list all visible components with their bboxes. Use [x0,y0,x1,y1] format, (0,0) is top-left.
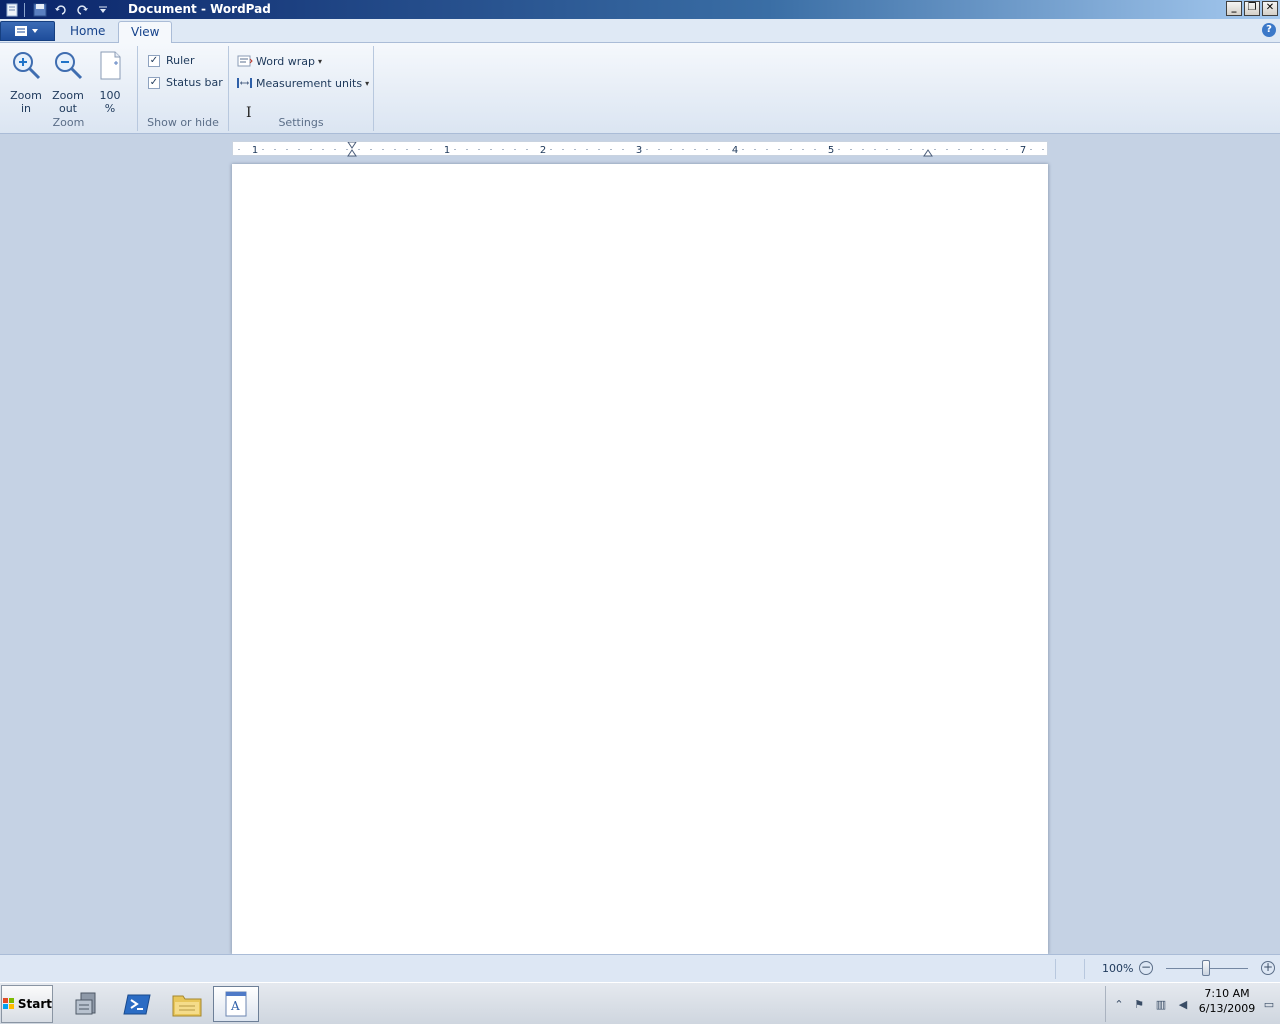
show-hidden-icons-chevron-up-icon[interactable]: ⌃ [1112,998,1126,1012]
zoom-100-button[interactable]: 100 % [90,49,130,115]
ruler-ticks: 1 1 2 3 4 5 7 [238,141,1044,157]
ruler-label: Ruler [166,54,195,67]
clock-date: 6/13/2009 [1198,1002,1256,1015]
clock-time: 7:10 AM [1204,987,1250,1000]
zoom-level: 100% [1102,962,1134,975]
measurement-units-label: Measurement units [256,76,363,90]
windows-logo-icon [3,998,14,1009]
word-wrap-label: Word wrap [256,54,316,68]
ruler-label: 4 [732,145,738,156]
zoom-in-label-2: in [20,102,32,115]
server-manager-icon [75,992,96,1015]
explorer-taskbar-button[interactable] [164,986,210,1022]
left-indent-marker[interactable] [347,149,357,157]
taskbar: Start A ⌃ ⚑ ▥ ◀ ▭ [0,982,1280,1024]
redo-icon[interactable] [73,2,91,18]
word-wrap-chevron-down-icon: ▾ [318,56,323,66]
measurement-units-icon [237,76,253,90]
measurement-units-chevron-down-icon: ▾ [365,78,370,88]
ruler-label: 1 [444,145,450,156]
status-bar-label: Status bar [166,76,223,89]
zoom-out-label: Zoom [52,89,84,102]
zoom-group: Zoom in Zoom out 100 % Zoom [0,46,138,131]
ruler[interactable]: 1 1 2 3 4 5 7 [232,141,1048,157]
minimize-button[interactable]: _ [1226,1,1242,16]
svg-text:A: A [230,999,240,1013]
action-center-flag-icon[interactable]: ⚑ [1132,998,1146,1012]
clock[interactable]: 7:10 AM 6/13/2009 [1196,986,1258,1016]
zoom-100-label-2: % [104,102,116,115]
status-bar: 100% − + [0,954,1280,982]
undo-icon[interactable] [52,2,70,18]
word-wrap-icon [237,54,253,68]
ribbon-tab-row: Home View ? [0,19,1280,44]
show-hide-group-label: Show or hide [147,116,219,129]
page-icon [94,49,126,81]
powershell-taskbar-button[interactable] [114,986,160,1022]
ruler-checkbox[interactable]: ✓ Ruler [148,54,194,67]
ruler-label: 2 [540,145,546,156]
zoom-out-minus-icon[interactable]: − [1139,961,1153,975]
ruler-label: 5 [828,145,834,156]
zoom-group-label: Zoom [52,116,85,129]
window-title: Document - WordPad [128,2,271,16]
wordpad-taskbar-button[interactable]: A [213,986,259,1022]
restore-button[interactable]: ❐ [1244,1,1260,16]
server-manager-taskbar-button[interactable] [65,986,111,1022]
powershell-icon [123,994,151,1015]
zoom-slider-thumb[interactable] [1202,960,1210,976]
help-icon[interactable]: ? [1262,23,1276,37]
window-controls: _ ❐ ✕ [1224,1,1278,16]
zoom-out-label-2: out [58,102,77,115]
start-button[interactable]: Start [1,985,53,1023]
right-indent-marker[interactable] [923,149,933,157]
zoom-out-icon [52,49,84,81]
ruler-label: 7 [1020,145,1026,156]
ruler-label: 3 [636,145,642,156]
save-icon[interactable] [31,2,49,18]
ruler-check-icon: ✓ [148,54,160,67]
zoom-in-label: Zoom [10,89,42,102]
close-button[interactable]: ✕ [1262,1,1278,16]
application-menu-button[interactable] [0,21,55,41]
status-bar-check-icon: ✓ [148,76,160,89]
show-desktop-icon[interactable]: ▭ [1262,998,1276,1012]
network-icon[interactable]: ▥ [1154,998,1168,1012]
app-menu-icon [14,26,38,36]
word-wrap-button[interactable]: Word wrap ▾ [237,54,322,68]
zoom-in-icon [10,49,42,81]
wordpad-app-icon[interactable] [3,2,21,18]
ruler-label: 1 [252,145,258,156]
folder-icon [172,995,202,1017]
zoom-in-plus-icon[interactable]: + [1261,961,1275,975]
measurement-units-button[interactable]: Measurement units ▾ [237,76,369,90]
customize-qat-chevron-down-icon[interactable] [94,2,112,18]
document-area: 1 1 2 3 4 5 7 [0,134,1280,954]
text-cursor-icon: I [246,105,252,121]
show-hide-group: ✓ Ruler ✓ Status bar Show or hide [138,46,229,131]
zoom-in-button[interactable]: Zoom in [6,49,46,115]
ribbon-panel: Zoom in Zoom out 100 % Zoom ✓ Ruler ✓ St… [0,43,1280,134]
title-bar: Document - WordPad _ ❐ ✕ [0,0,1280,19]
volume-muted-icon[interactable]: ◀ [1176,998,1190,1012]
zoom-100-label: 100 [99,89,121,102]
zoom-out-button[interactable]: Zoom out [48,49,88,115]
quick-access-toolbar [0,0,112,19]
status-bar-checkbox[interactable]: ✓ Status bar [148,76,223,89]
start-label: Start [17,997,52,1011]
first-line-indent-marker[interactable] [347,141,357,149]
wordpad-icon: A [225,991,247,1017]
document-page[interactable] [232,164,1048,954]
tab-view[interactable]: View [118,21,173,44]
tab-home[interactable]: Home [58,21,117,43]
